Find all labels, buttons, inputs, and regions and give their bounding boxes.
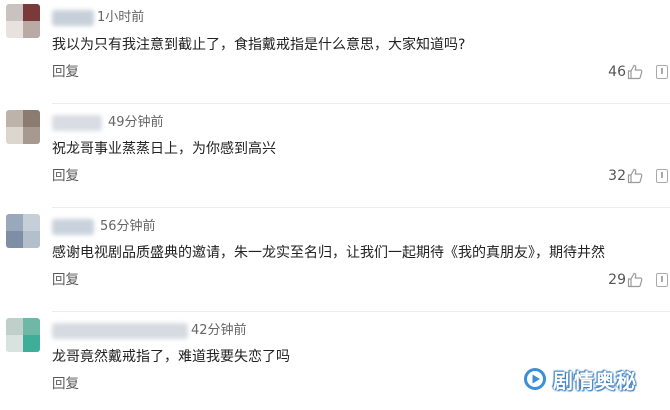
avatar-pixel <box>6 231 23 248</box>
comment-item: 56分钟前 感谢电视剧品质盛典的邀请，朱一龙实至名归，让我们一起期待《我的真朋友… <box>0 208 670 312</box>
username-blurred[interactable] <box>52 10 94 26</box>
username-blurred[interactable] <box>52 115 102 131</box>
avatar-pixel <box>6 127 23 144</box>
avatar[interactable] <box>6 110 40 144</box>
like-count: 46 <box>608 64 626 80</box>
report-icon[interactable] <box>656 169 668 183</box>
avatar-pixel <box>23 231 40 248</box>
avatar-pixel <box>23 214 40 231</box>
like-count: 32 <box>608 168 626 184</box>
avatar[interactable] <box>6 4 40 38</box>
avatar[interactable] <box>6 214 40 248</box>
comment-time: 49分钟前 <box>108 115 164 130</box>
avatar-pixel <box>23 21 40 38</box>
comment-time: 56分钟前 <box>100 219 156 234</box>
avatar-pixel <box>23 4 40 21</box>
username-blurred[interactable] <box>52 219 94 235</box>
comment-time: 1小时前 <box>97 10 145 25</box>
avatar-pixel <box>23 110 40 127</box>
reply-button[interactable]: 回复 <box>52 63 79 81</box>
report-icon[interactable] <box>656 65 668 79</box>
username-blurred[interactable] <box>52 323 188 339</box>
watermark-text: 剧情奥秘 <box>553 368 637 393</box>
like-count: 29 <box>608 272 626 288</box>
play-logo-icon <box>524 368 546 390</box>
avatar-pixel <box>6 335 23 352</box>
comment-text: 我以为只有我注意到截止了，食指戴戒指是什么意思，大家知道吗? <box>52 37 466 53</box>
avatar-pixel <box>6 21 23 38</box>
avatar-pixel <box>6 318 23 335</box>
comment-text: 感谢电视剧品质盛典的邀请，朱一龙实至名归，让我们一起期待《我的真朋友》，期待井然 <box>52 245 605 261</box>
reply-button[interactable]: 回复 <box>52 271 79 289</box>
avatar-pixel <box>23 127 40 144</box>
comment-item: 1小时前 我以为只有我注意到截止了，食指戴戒指是什么意思，大家知道吗? 回复 4… <box>0 0 670 104</box>
report-icon[interactable] <box>656 273 668 287</box>
comment-text: 龙哥竟然戴戒指了，难道我要失恋了吗 <box>52 349 290 365</box>
avatar[interactable] <box>6 318 40 352</box>
reply-button[interactable]: 回复 <box>52 375 79 393</box>
watermark: 剧情奥秘 <box>523 362 637 396</box>
thumbs-up-icon[interactable] <box>627 272 643 288</box>
avatar-pixel <box>6 214 23 231</box>
thumbs-up-icon[interactable] <box>627 168 643 184</box>
reply-button[interactable]: 回复 <box>52 167 79 185</box>
avatar-pixel <box>23 318 40 335</box>
comment-item: 49分钟前 祝龙哥事业蒸蒸日上，为你感到高兴 回复 32 <box>0 104 670 208</box>
comment-text: 祝龙哥事业蒸蒸日上，为你感到高兴 <box>52 141 276 157</box>
avatar-pixel <box>23 335 40 352</box>
avatar-pixel <box>6 110 23 127</box>
thumbs-up-icon[interactable] <box>627 64 643 80</box>
comment-time: 42分钟前 <box>191 323 247 338</box>
avatar-pixel <box>6 4 23 21</box>
